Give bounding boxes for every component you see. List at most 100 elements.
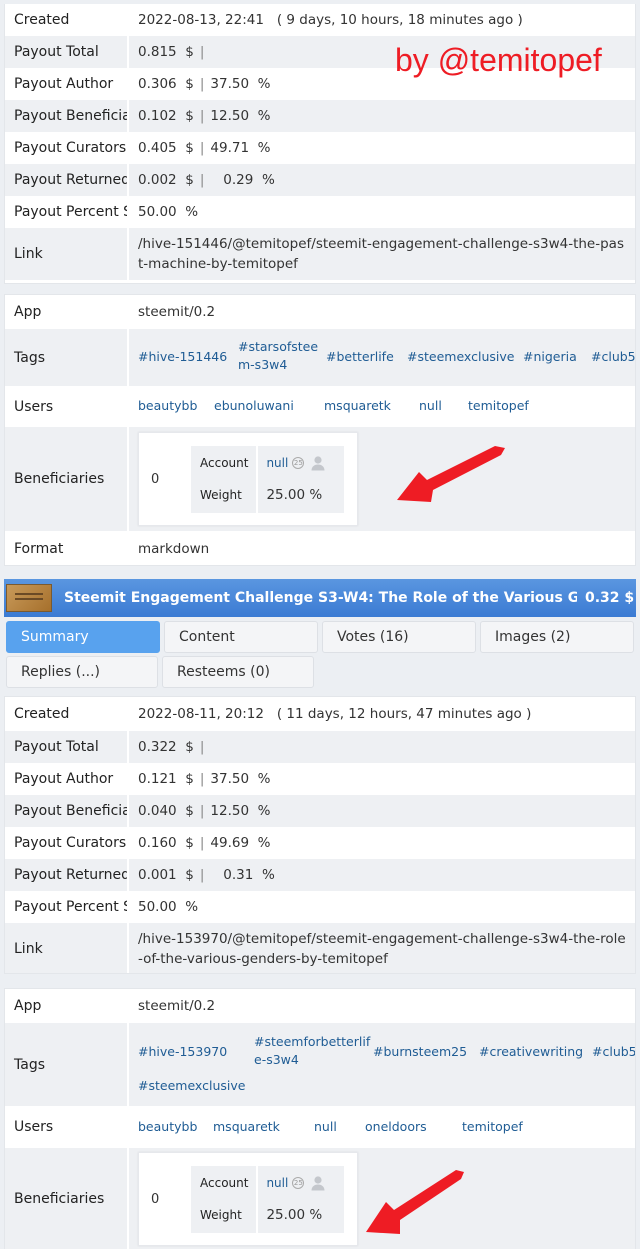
user-link[interactable]: oneldoors xyxy=(365,1118,427,1136)
payout-author-pct-unit: % xyxy=(257,771,271,787)
tag-link[interactable]: #steemforbetterlife-s3w4 xyxy=(254,1033,376,1069)
payout-returned-value: 0.002 xyxy=(138,172,177,188)
payout-returned-value: 0.001 xyxy=(138,867,177,883)
tags-list: #hive-153970 #steemforbetterlife-s3w4 #b… xyxy=(129,1023,635,1106)
link-label: Link xyxy=(5,923,129,973)
payout-curators-pct: 49.69 xyxy=(210,835,250,851)
row-link: Link /hive-153970/@temitopef/steemit-eng… xyxy=(5,923,635,973)
beneficiaries-box: 0 Account null 25 Weight 25.00 % xyxy=(138,432,358,526)
beneficiary-index: 0 xyxy=(151,1191,160,1207)
payout-curators-unit: $ xyxy=(185,835,194,851)
payout-returned-label: Payout Returned xyxy=(5,859,129,891)
account-label: Account xyxy=(191,446,259,479)
post-link[interactable]: /hive-153970/@temitopef/steemit-engageme… xyxy=(128,923,635,973)
row-created: Created 2022-08-13, 22:41 ( 9 days, 10 h… xyxy=(5,4,635,36)
users-list: beautybb msquaretk null oneldoors temito… xyxy=(129,1106,635,1148)
tag-link[interactable]: #hive-153970 xyxy=(138,1043,227,1061)
payout-total-label: Payout Total xyxy=(5,36,129,68)
tag-link[interactable]: #starsofsteem-s3w4 xyxy=(238,338,330,374)
tab-replies[interactable]: Replies (...) xyxy=(6,656,158,688)
user-link[interactable]: null xyxy=(419,397,442,415)
user-link[interactable]: beautybb xyxy=(138,397,197,415)
beneficiary-account-link[interactable]: null xyxy=(266,456,288,470)
post2-header-bar[interactable]: Steemit Engagement Challenge S3-W4: The … xyxy=(4,579,636,617)
user-link[interactable]: msquaretk xyxy=(213,1118,280,1136)
tab-resteems[interactable]: Resteems (0) xyxy=(162,656,314,688)
payout-beneficiary-unit: $ xyxy=(185,108,194,124)
tab-summary[interactable]: Summary xyxy=(6,621,160,653)
annotation-arrow-icon xyxy=(366,1170,464,1234)
payout-curators-value: 0.160 xyxy=(138,835,177,851)
weight-label: Weight xyxy=(191,479,259,512)
payout-curators-pct-unit: % xyxy=(257,140,271,156)
user-link[interactable]: ebunoluwani xyxy=(214,397,294,415)
payout-beneficiary-value: 0.102 xyxy=(138,108,177,124)
users-label: Users xyxy=(5,1106,129,1148)
row-users: Users beautybb ebunoluwani msquaretk nul… xyxy=(5,386,635,427)
payout-beneficiary-pct-unit: % xyxy=(257,803,271,819)
tags-list: #hive-151446 #starsofsteem-s3w4 #betterl… xyxy=(129,329,635,386)
user-link[interactable]: temitopef xyxy=(468,397,529,415)
payout-returned-pct-unit: % xyxy=(261,867,275,883)
app-value: steemit/0.2 xyxy=(138,998,216,1014)
tag-link[interactable]: #burnsteem25 xyxy=(373,1043,467,1061)
user-link[interactable]: beautybb xyxy=(138,1118,197,1136)
tag-link[interactable]: #steemexclusive xyxy=(138,1077,245,1095)
payout-beneficiary-pct: 12.50 xyxy=(210,108,250,124)
tag-link[interactable]: #steemexclusive xyxy=(407,348,514,366)
tag-link[interactable]: #nigeria xyxy=(523,348,577,366)
row-format: Format markdown xyxy=(5,531,635,565)
post-link[interactable]: /hive-151446/@temitopef/steemit-engageme… xyxy=(128,228,635,280)
tag-link[interactable]: #betterlife xyxy=(326,348,394,366)
payout-returned-pct: 0.29 xyxy=(223,172,254,188)
row-app: App steemit/0.2 xyxy=(5,295,635,329)
app-label: App xyxy=(5,295,129,329)
reputation-badge: 25 xyxy=(292,456,305,469)
post-title[interactable]: Steemit Engagement Challenge S3-W4: The … xyxy=(64,590,577,606)
tab-votes[interactable]: Votes (16) xyxy=(322,621,476,653)
row-payout-total: Payout Total 0.322 $ | xyxy=(5,731,635,763)
post2-metadata-card: App steemit/0.2 Tags #hive-153970 #steem… xyxy=(4,988,636,1249)
tag-link[interactable]: #hive-151446 xyxy=(138,348,227,366)
tag-link[interactable]: #club50 xyxy=(591,348,635,366)
beneficiaries-label: Beneficiaries xyxy=(5,1148,129,1249)
row-payout-percent: Payout Percent S 50.00 % xyxy=(5,196,635,228)
payout-beneficiary-pct: 12.50 xyxy=(210,803,250,819)
payout-percent-value: 50.00 xyxy=(138,204,177,220)
payout-returned-pct: 0.31 xyxy=(223,867,254,883)
tag-link[interactable]: #creativewriting xyxy=(479,1043,583,1061)
tab-images[interactable]: Images (2) xyxy=(480,621,634,653)
user-link[interactable]: msquaretk xyxy=(324,397,391,415)
weight-value: 25.00 % xyxy=(257,479,344,512)
reputation-badge: 25 xyxy=(292,1176,305,1189)
post1-metadata-card: App steemit/0.2 Tags #hive-151446 #stars… xyxy=(4,294,636,566)
payout-beneficiary-unit: $ xyxy=(185,803,194,819)
tag-link[interactable]: #club50 xyxy=(592,1043,635,1061)
row-beneficiaries: Beneficiaries 0 Account null 25 Weight 25… xyxy=(5,427,635,531)
created-date: 2022-08-11, 20:12 xyxy=(138,706,264,722)
payout-returned-unit: $ xyxy=(185,867,194,883)
payout-percent-unit: % xyxy=(185,204,199,220)
payout-author-unit: $ xyxy=(185,76,194,92)
user-link[interactable]: null xyxy=(314,1118,337,1136)
row-payout-returned: Payout Returned 0.002 $ | 0.29 % xyxy=(5,164,635,196)
row-payout-percent: Payout Percent S 50.00 % xyxy=(5,891,635,923)
separator: | xyxy=(199,803,205,819)
separator: | xyxy=(199,835,205,851)
payout-author-pct: 37.50 xyxy=(210,771,250,787)
users-label: Users xyxy=(5,386,129,427)
created-label: Created xyxy=(5,697,129,731)
payout-curators-label: Payout Curators xyxy=(5,827,129,859)
beneficiary-account-link[interactable]: null xyxy=(266,1176,288,1190)
post-thumbnail[interactable] xyxy=(6,584,52,612)
row-payout-curators: Payout Curators 0.160 $ | 49.69 % xyxy=(5,827,635,859)
payout-total-unit: $ xyxy=(185,44,194,60)
app-value: steemit/0.2 xyxy=(138,304,216,320)
format-value: markdown xyxy=(138,541,210,557)
payout-returned-unit: $ xyxy=(185,172,194,188)
created-date: 2022-08-13, 22:41 xyxy=(138,12,264,28)
user-link[interactable]: temitopef xyxy=(462,1118,523,1136)
link-label: Link xyxy=(5,228,129,280)
tab-content[interactable]: Content xyxy=(164,621,318,653)
row-beneficiaries: Beneficiaries 0 Account null 25 Weight 25… xyxy=(5,1148,635,1249)
